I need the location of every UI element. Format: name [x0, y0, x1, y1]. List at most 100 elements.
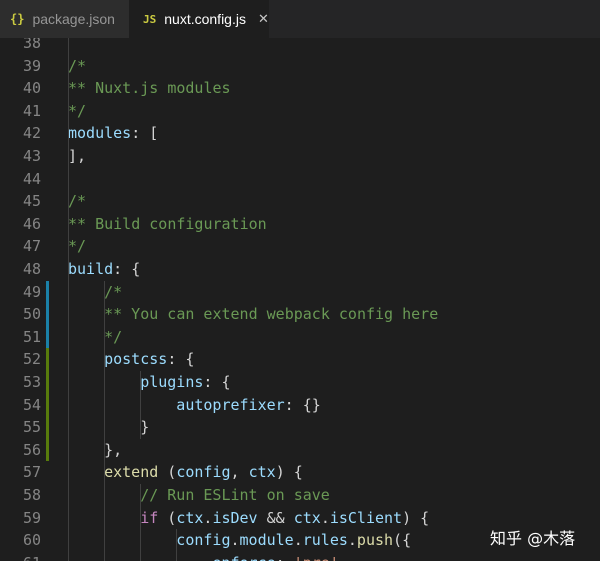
code-token: */ — [68, 237, 87, 256]
code-token: module — [239, 531, 294, 550]
code-text: postcss: { — [104, 348, 194, 371]
code-text: ** Nuxt.js modules — [68, 77, 231, 100]
code-text: } — [140, 416, 149, 439]
line-number: 54 — [22, 395, 41, 414]
code-line[interactable]: 39 /* — [0, 55, 600, 78]
line-number: 61 — [0, 552, 41, 561]
code-line[interactable]: 38 — [0, 38, 600, 55]
code-line[interactable]: 54 autoprefixer: {} — [0, 394, 600, 417]
line-number: 55 — [22, 418, 41, 437]
code-token: . — [230, 531, 240, 550]
code-line[interactable]: 42 modules: [ — [0, 122, 600, 145]
tab-nuxt-config-js[interactable]: JS nuxt.config.js ✕ — [129, 0, 269, 38]
code-token: . — [320, 508, 330, 527]
code-token: ** Build configuration — [68, 214, 267, 233]
line-number: 48 — [22, 260, 41, 278]
line-number: 52 — [22, 350, 41, 369]
line-number: 47 — [22, 237, 41, 256]
code-token: 'pre' — [294, 554, 339, 561]
line-number: 49 — [22, 282, 41, 301]
code-line[interactable]: 48 build: { — [0, 258, 600, 281]
code-token: : { — [113, 260, 141, 278]
code-text: plugins: { — [140, 371, 230, 394]
code-token: */ — [104, 327, 123, 346]
code-line[interactable]: 45 /* — [0, 190, 600, 213]
line-number: 39 — [22, 56, 41, 75]
line-number: 57 — [22, 463, 41, 482]
indent-guide — [140, 484, 142, 561]
code-editor[interactable]: 38 39 /* 40 ** Nuxt.js modules 41 */ 42 modules:… — [0, 38, 600, 561]
code-text: /* — [68, 55, 86, 78]
code-text: ], — [68, 145, 86, 168]
code-line[interactable]: 57 extend (config, ctx) { — [0, 461, 600, 484]
code-token: ( — [158, 463, 177, 482]
code-line[interactable]: 56}, — [0, 439, 600, 462]
line-number: 59 — [22, 508, 41, 527]
close-icon[interactable]: ✕ — [258, 11, 269, 27]
code-text: */ — [68, 100, 86, 123]
line-number: 56 — [22, 440, 41, 459]
code-line[interactable]: 41 */ — [0, 100, 600, 123]
code-line[interactable]: 46 ** Build configuration — [0, 213, 600, 236]
indent-guide — [68, 38, 69, 561]
code-token: ** You can extend webpack config here — [104, 305, 439, 324]
code-token: if — [140, 508, 159, 527]
code-token: ], — [68, 147, 87, 165]
code-token: config — [176, 531, 231, 550]
line-number: 45 — [22, 192, 41, 211]
tab-bar: {} package.json JS nuxt.config.js ✕ — [0, 0, 600, 38]
code-token: build — [68, 260, 114, 278]
code-line[interactable]: 49 /* — [0, 281, 600, 304]
code-token: : { — [167, 350, 195, 369]
code-token: /* — [68, 56, 87, 75]
line-number: 40 — [22, 79, 41, 98]
code-line[interactable]: 40 ** Nuxt.js modules — [0, 77, 600, 100]
code-text: */ — [68, 235, 86, 258]
code-line[interactable]: 51 */ — [0, 326, 600, 349]
code-token: ) { — [275, 463, 303, 482]
code-token: extend — [104, 463, 159, 482]
code-token: ctx — [293, 508, 321, 527]
code-text: extend (config, ctx) { — [104, 461, 303, 484]
code-token: ) { — [402, 508, 430, 527]
code-line[interactable]: 52 postcss: { — [0, 348, 600, 371]
tab-label: nuxt.config.js — [164, 11, 246, 27]
code-token: rules — [302, 531, 348, 550]
code-token: : { — [203, 373, 231, 391]
code-text: ** You can extend webpack config here — [104, 303, 438, 326]
code-token: isClient — [329, 508, 403, 527]
code-token: config — [176, 463, 231, 482]
json-file-icon: {} — [10, 12, 25, 26]
code-line[interactable]: 44 — [0, 168, 600, 191]
code-text: if (ctx.isDev && ctx.isClient) { — [140, 507, 429, 530]
code-token: }, — [104, 440, 123, 459]
code-text: modules: [ — [68, 122, 158, 145]
code-text: autoprefixer: {} — [176, 394, 321, 417]
tab-package-json[interactable]: {} package.json — [0, 0, 129, 38]
code-token: ctx — [176, 508, 204, 527]
code-text: }, — [104, 439, 122, 462]
line-number: 43 — [22, 147, 41, 165]
code-line[interactable]: 53 plugins: { — [0, 371, 600, 394]
code-token: ({ — [393, 531, 412, 550]
code-token: && — [257, 508, 294, 527]
code-text: ** Build configuration — [68, 213, 267, 236]
code-token: : — [276, 554, 294, 561]
code-token: /* — [104, 282, 123, 301]
tab-label: package.json — [32, 11, 115, 27]
line-number: 60 — [22, 531, 41, 550]
code-line[interactable]: 61 enforce: 'pre', — [0, 552, 600, 561]
code-line[interactable]: 58 // Run ESLint on save — [0, 484, 600, 507]
line-number: 53 — [22, 373, 41, 391]
code-line[interactable]: 50 ** You can extend webpack config here — [0, 303, 600, 326]
line-number: 50 — [22, 305, 41, 324]
code-token: ** Nuxt.js modules — [68, 79, 231, 98]
code-line[interactable]: 55} — [0, 416, 600, 439]
indent-guide — [104, 280, 106, 561]
watermark: 知乎 @木落 — [490, 529, 576, 548]
code-line[interactable]: 43], — [0, 145, 600, 168]
code-line[interactable]: 47 */ — [0, 235, 600, 258]
code-token: , — [230, 463, 249, 482]
code-text: /* — [68, 190, 86, 213]
code-token: // Run ESLint on save — [140, 486, 330, 504]
